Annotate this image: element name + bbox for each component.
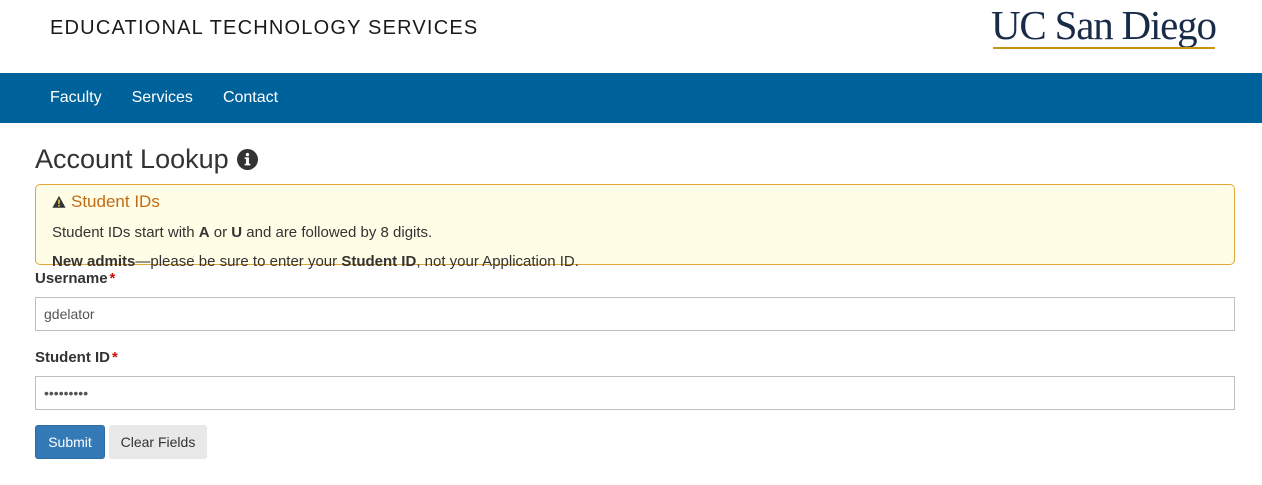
alert-format-post: and are followed by 8 digits. (242, 224, 433, 241)
logo-underline (993, 47, 1215, 49)
student-id-label-text: Student ID (35, 349, 110, 366)
username-label: Username * (35, 270, 1235, 288)
student-id-input[interactable] (35, 376, 1235, 410)
alert-title: Student IDs (52, 192, 1219, 212)
form-actions: Submit Clear Fields (35, 425, 1235, 459)
page-title: Account Lookup (35, 143, 229, 174)
alert-title-text: Student IDs (71, 192, 160, 211)
site-header: EDUCATIONAL TECHNOLOGY SERVICES UC San D… (0, 0, 1262, 73)
alert-line-new-admits: New admits—please be sure to enter your … (52, 253, 1219, 270)
username-label-text: Username (35, 270, 108, 287)
submit-button[interactable]: Submit (35, 425, 105, 459)
username-input[interactable] (35, 297, 1235, 331)
site-title[interactable]: EDUCATIONAL TECHNOLOGY SERVICES (50, 17, 478, 40)
student-id-label: Student ID * (35, 349, 1235, 367)
nav-item-faculty[interactable]: Faculty (50, 89, 102, 107)
alert-new-admits-mid: —please be sure to enter your (135, 253, 342, 270)
ucsd-logo[interactable]: UC San Diego (991, 2, 1217, 50)
alert-format-pre: Student IDs start with (52, 224, 199, 241)
info-icon[interactable] (236, 148, 258, 170)
alert-prefix-a: A (198, 224, 210, 241)
alert-student-id-bold: Student ID (341, 253, 417, 270)
page-heading: Account Lookup (35, 143, 1235, 175)
alert-new-admits-post: , not your Application ID. (416, 253, 579, 270)
required-asterisk: * (112, 349, 118, 366)
clear-fields-button[interactable]: Clear Fields (109, 425, 207, 459)
nav-item-services[interactable]: Services (132, 89, 193, 107)
main-nav: Faculty Services Contact (0, 73, 1262, 123)
alert-new-admits: New admits (52, 253, 136, 270)
warning-icon (52, 195, 66, 208)
logo-text: UC San Diego (991, 2, 1217, 48)
student-id-alert: Student IDs Student IDs start with A or … (35, 184, 1235, 270)
alert-format-or: or (209, 224, 232, 241)
main-content: Account Lookup Student IDs Student IDs s… (0, 143, 1262, 459)
required-asterisk: * (109, 270, 116, 287)
alert-line-format: Student IDs start with A or U and are fo… (52, 224, 1219, 241)
alert-prefix-u: U (231, 224, 243, 241)
nav-item-contact[interactable]: Contact (223, 89, 278, 107)
